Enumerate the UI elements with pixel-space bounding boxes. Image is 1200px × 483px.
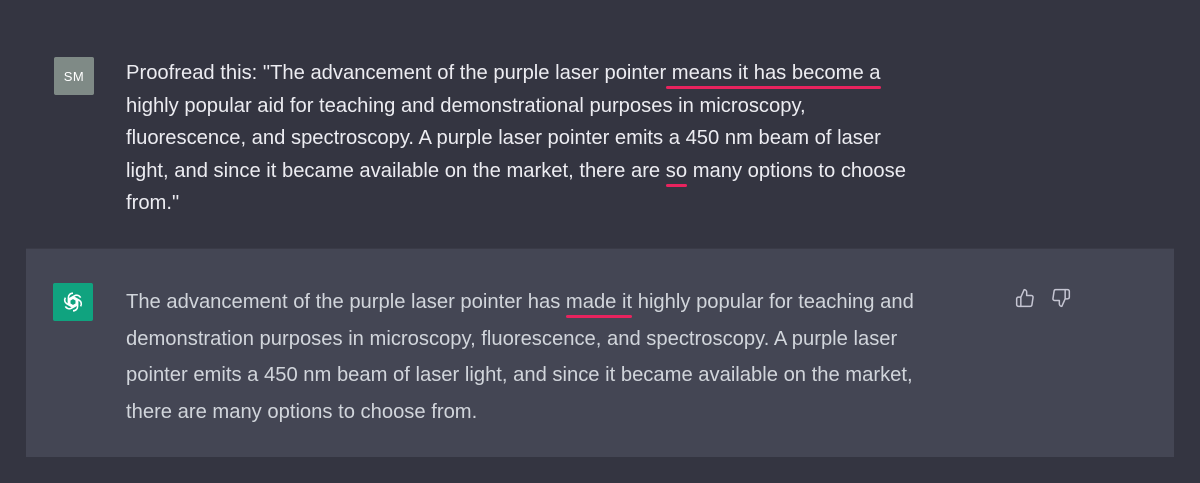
user-message-text: Proofread this: "The advancement of the … [126,57,906,220]
message-line: there are many options to choose from. [126,394,914,431]
text-segment: The advancement of the purple laser poin… [126,291,566,313]
assistant-message: The advancement of the purple laser poin… [26,248,1174,457]
thumbs-up-icon [1015,288,1034,308]
thumbs-down-icon [1052,288,1071,308]
text-segment: pointer emits a 450 nm beam of laser lig… [126,364,913,387]
text-segment: there are many options to choose from. [126,400,478,423]
message-line: highly popular aid for teaching and demo… [126,90,906,123]
message-line: light, and since it became available on … [126,155,906,188]
text-segment: light, and since it became available on … [126,159,666,182]
highlighted-text: so [665,159,688,182]
message-line: from." [126,187,906,220]
highlighted-text: means it has become a [666,62,881,84]
user-avatar: SM [54,57,94,95]
message-line: Proofread this: "The advancement of the … [126,57,906,90]
assistant-message-text: The advancement of the purple laser poin… [126,284,914,430]
highlighted-text: made it [565,291,633,313]
text-segment: fluorescence, and spectroscopy. A purple… [126,127,881,150]
feedback-actions [1014,287,1072,309]
text-segment: demonstration purposes in microscopy, fl… [126,327,898,350]
openai-logo-icon [62,292,84,312]
message-line: pointer emits a 450 nm beam of laser lig… [126,357,914,394]
message-line: The advancement of the purple laser poin… [126,284,914,321]
message-line: fluorescence, and spectroscopy. A purple… [126,122,906,155]
text-segment: Proofread this: "The advancement of the … [126,62,667,84]
user-message: SM Proofread this: "The advancement of t… [0,0,1200,248]
text-segment: highly popular for teaching and [632,291,914,313]
message-line: demonstration purposes in microscopy, fl… [126,321,914,358]
assistant-avatar [53,283,93,321]
text-segment: from." [126,192,180,215]
text-segment: many options to choose [687,159,906,182]
user-avatar-initials: SM [63,68,85,84]
thumbs-up-button[interactable] [1014,287,1036,309]
thumbs-down-button[interactable] [1050,287,1072,309]
text-segment: highly popular aid for teaching and demo… [126,94,806,117]
